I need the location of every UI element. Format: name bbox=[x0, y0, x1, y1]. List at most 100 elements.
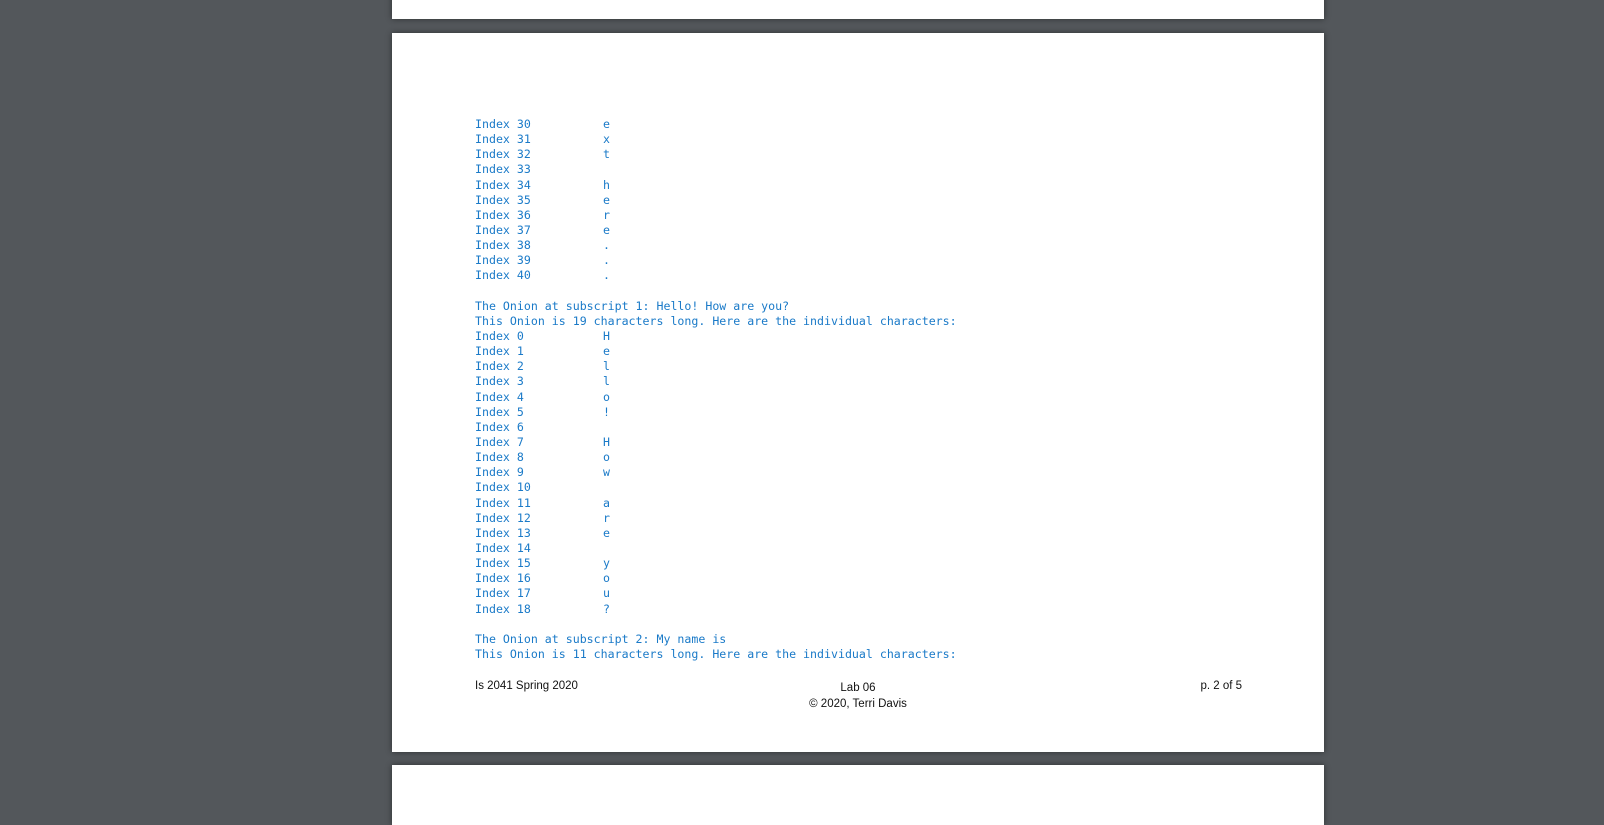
index-char: H bbox=[603, 328, 610, 343]
index-char: e bbox=[603, 344, 610, 359]
index-label: Index 30 bbox=[475, 117, 531, 131]
index-row: Index 39. bbox=[475, 253, 957, 268]
index-row: Index 36 r bbox=[475, 208, 957, 223]
output-header-line: The Onion at subscript 2: My name is bbox=[475, 631, 727, 646]
index-row: Index 38. bbox=[475, 238, 957, 253]
index-label: Index 40 bbox=[475, 268, 531, 283]
index-label: Index 2 bbox=[475, 359, 524, 374]
index-char: e bbox=[603, 222, 610, 237]
index-label: Index 8 bbox=[475, 450, 524, 465]
index-label: Index 33 bbox=[475, 162, 531, 177]
index-char: o bbox=[603, 571, 610, 586]
output-header-line: This Onion is 19 characters long. Here a… bbox=[475, 313, 957, 328]
index-label: Index 11 bbox=[475, 495, 531, 510]
index-label: Index 10 bbox=[475, 480, 531, 495]
index-label: Index 38 bbox=[475, 238, 531, 253]
index-row: Index 33 bbox=[475, 162, 957, 177]
index-label: Index 1 bbox=[475, 344, 524, 359]
index-char: e bbox=[603, 525, 610, 540]
index-label: Index 34 bbox=[475, 177, 531, 192]
index-label: Index 7 bbox=[475, 434, 524, 449]
index-char: o bbox=[603, 389, 610, 404]
index-row: Index 14 bbox=[475, 541, 957, 556]
index-char: a bbox=[603, 495, 610, 510]
index-label: Index 12 bbox=[475, 510, 531, 525]
index-label: Index 32 bbox=[475, 147, 531, 162]
index-label: Index 18 bbox=[475, 601, 531, 616]
index-label: Index 36 bbox=[475, 207, 531, 222]
index-char: r bbox=[603, 207, 610, 222]
program-output: Index 30 e Index 31 x Index 32 t Index 33 Index… bbox=[475, 117, 957, 662]
index-row: Index 34 h bbox=[475, 178, 957, 193]
footer-page-number: p. 2 of 5 bbox=[1200, 680, 1242, 692]
index-label: Index 31 bbox=[475, 132, 531, 147]
index-label: Index 35 bbox=[475, 192, 531, 207]
index-char: r bbox=[603, 510, 610, 525]
index-label: Index 37 bbox=[475, 222, 531, 237]
index-label: Index 15 bbox=[475, 556, 531, 571]
index-char: l bbox=[603, 374, 610, 389]
next-page bbox=[392, 765, 1324, 825]
index-char: x bbox=[603, 132, 610, 147]
footer-copyright: © 2020, Terri Davis bbox=[809, 698, 907, 710]
index-row: Index 4 o bbox=[475, 390, 957, 405]
index-char: w bbox=[603, 465, 610, 480]
index-row: Index 8 o bbox=[475, 450, 957, 465]
footer-lab-title: Lab 06 bbox=[840, 682, 876, 694]
index-row: Index 2 l bbox=[475, 359, 957, 374]
index-label: Index 9 bbox=[475, 465, 524, 480]
index-row: Index 13 e bbox=[475, 526, 957, 541]
index-char: ! bbox=[603, 404, 610, 419]
index-row: Index 17 u bbox=[475, 586, 957, 601]
index-row: Index 37 e bbox=[475, 223, 957, 238]
index-char: H bbox=[603, 434, 610, 449]
index-label: Index 14 bbox=[475, 540, 531, 555]
document-page: Index 30 e Index 31 x Index 32 t Index 33 Index… bbox=[392, 33, 1324, 752]
index-row: Index 18? bbox=[475, 602, 957, 617]
index-row: Index 30 e bbox=[475, 117, 957, 132]
index-row: Index 15 y bbox=[475, 556, 957, 571]
index-row: Index 16 o bbox=[475, 571, 957, 586]
index-row: Index 35 e bbox=[475, 193, 957, 208]
index-char: . bbox=[603, 253, 610, 268]
output-header-line: The Onion at subscript 1: Hello! How are… bbox=[475, 298, 790, 313]
index-char: . bbox=[603, 238, 610, 253]
index-char: o bbox=[603, 450, 610, 465]
index-label: Index 3 bbox=[475, 374, 524, 389]
index-char: u bbox=[603, 586, 610, 601]
index-row: Index 31 x bbox=[475, 132, 957, 147]
index-row: Index 40. bbox=[475, 268, 957, 283]
index-char: e bbox=[603, 117, 610, 131]
index-row: Index 12 r bbox=[475, 511, 957, 526]
index-char: l bbox=[603, 359, 610, 374]
index-row: Index 7 H bbox=[475, 435, 957, 450]
index-char: . bbox=[603, 268, 610, 283]
index-row: Index 9 w bbox=[475, 465, 957, 480]
index-label: Index 16 bbox=[475, 571, 531, 586]
index-char: h bbox=[603, 177, 610, 192]
index-label: Index 0 bbox=[475, 328, 524, 343]
index-label: Index 4 bbox=[475, 389, 524, 404]
index-row: Index 3 l bbox=[475, 374, 957, 389]
index-char: y bbox=[603, 556, 610, 571]
index-row: Index 5! bbox=[475, 405, 957, 420]
footer-center: Lab 06 © 2020, Terri Davis bbox=[392, 680, 1324, 712]
index-row: Index 0 H bbox=[475, 329, 957, 344]
index-row: Index 1 e bbox=[475, 344, 957, 359]
output-header-line: This Onion is 11 characters long. Here a… bbox=[475, 646, 957, 661]
index-label: Index 5 bbox=[475, 404, 524, 419]
index-label: Index 39 bbox=[475, 253, 531, 268]
index-char: e bbox=[603, 192, 610, 207]
previous-page bbox=[392, 0, 1324, 19]
index-char: ? bbox=[603, 601, 610, 616]
index-label: Index 17 bbox=[475, 586, 531, 601]
index-row: Index 6 bbox=[475, 420, 957, 435]
index-row: Index 11 a bbox=[475, 496, 957, 511]
index-label: Index 13 bbox=[475, 525, 531, 540]
index-row: Index 32 t bbox=[475, 147, 957, 162]
index-row: Index 10 bbox=[475, 480, 957, 495]
index-label: Index 6 bbox=[475, 419, 524, 434]
index-char: t bbox=[603, 147, 610, 162]
